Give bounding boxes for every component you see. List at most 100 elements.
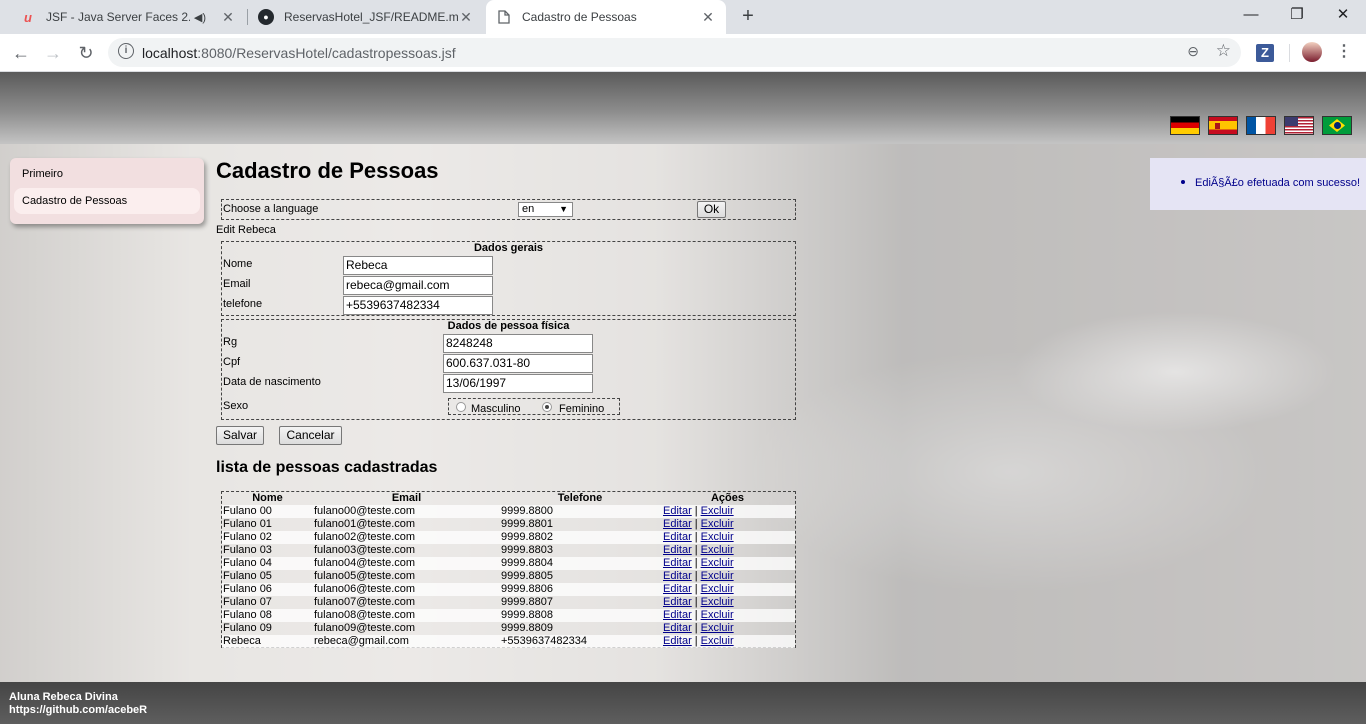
cell-email: fulano09@teste.com (314, 622, 416, 634)
pessoas-table: Nome Email Telefone Ações Fulano 00 fulan… (221, 491, 796, 648)
cell-telefone: 9999.8806 (501, 583, 553, 595)
action-separator: | (694, 635, 698, 647)
close-window-icon[interactable]: ✕ (1320, 0, 1366, 30)
excluir-link[interactable]: Excluir (701, 583, 734, 595)
back-icon[interactable]: ← (8, 40, 34, 66)
email-label: Email (223, 278, 251, 290)
editar-link[interactable]: Editar (663, 583, 692, 595)
profile-avatar[interactable] (1302, 42, 1322, 62)
page-icon (496, 9, 512, 25)
cell-acoes: Editar | Excluir (663, 544, 734, 557)
table-row: Rebeca rebeca@gmail.com +5539637482334 Edit… (222, 635, 795, 648)
usa-flag-icon[interactable] (1284, 116, 1314, 135)
france-flag-icon[interactable] (1246, 116, 1276, 135)
editar-link[interactable]: Editar (663, 635, 692, 647)
editar-link[interactable]: Editar (663, 544, 692, 556)
feminino-radio[interactable] (542, 402, 552, 412)
close-icon[interactable]: ✕ (700, 9, 716, 26)
excluir-link[interactable]: Excluir (701, 570, 734, 582)
salvar-button[interactable]: Salvar (216, 426, 264, 445)
editar-link[interactable]: Editar (663, 505, 692, 517)
cell-nome: Rebeca (223, 635, 261, 647)
reload-icon[interactable]: ↻ (73, 40, 99, 66)
dados-fisica-title: Dados de pessoa física (447, 320, 570, 332)
edit-label: Edit Rebeca (216, 224, 276, 236)
excluir-link[interactable]: Excluir (701, 505, 734, 517)
url-text[interactable]: localhost:8080/ReservasHotel/cadastropes… (142, 45, 456, 61)
sidebar-item-cadastro[interactable]: Cadastro de Pessoas (14, 188, 200, 214)
sidebar-item-primeiro[interactable]: Primeiro (14, 161, 200, 187)
udemy-icon: u (24, 9, 32, 25)
rg-input[interactable]: 8248248 (443, 334, 593, 353)
table-row: Fulano 01 fulano01@teste.com 9999.8801 Edit… (222, 518, 795, 531)
excluir-link[interactable]: Excluir (701, 596, 734, 608)
germany-flag-icon[interactable] (1170, 116, 1200, 135)
bullet-icon (1181, 180, 1185, 184)
extension-z-icon[interactable]: Z (1256, 44, 1274, 62)
column-nome: Nome (252, 492, 283, 504)
language-select[interactable]: en ▼ (518, 202, 573, 217)
nome-input[interactable]: Rebeca (343, 256, 493, 275)
excluir-link[interactable]: Excluir (701, 531, 734, 543)
cell-email: fulano08@teste.com (314, 609, 416, 621)
tab-cadastro[interactable]: Cadastro de Pessoas ✕ (486, 0, 726, 34)
cancelar-button[interactable]: Cancelar (279, 426, 342, 445)
cell-acoes: Editar | Excluir (663, 609, 734, 622)
minimize-icon[interactable]: — (1228, 0, 1274, 30)
excluir-link[interactable]: Excluir (701, 635, 734, 647)
bookmark-star-icon[interactable]: ☆ (1216, 41, 1231, 61)
telefone-label: telefone (223, 298, 263, 310)
excluir-link[interactable]: Excluir (701, 544, 734, 556)
info-icon[interactable]: i (118, 43, 134, 59)
page-footer: Aluna Rebeca Divina https://github.com/a… (0, 682, 1366, 724)
editar-link[interactable]: Editar (663, 570, 692, 582)
tab-github[interactable]: ● ReservasHotel_JSF/README.md a ✕ (248, 0, 484, 34)
cell-nome: Fulano 05 (223, 570, 272, 582)
cpf-input[interactable]: 600.637.031-80 (443, 354, 593, 373)
table-row: Fulano 07 fulano07@teste.com 9999.8807 Edit… (222, 596, 795, 609)
excluir-link[interactable]: Excluir (701, 518, 734, 530)
forward-icon[interactable]: → (40, 40, 66, 66)
editar-link[interactable]: Editar (663, 622, 692, 634)
zoom-icon[interactable]: ⊖ (1187, 43, 1199, 60)
table-row: Fulano 08 fulano08@teste.com 9999.8808 Edit… (222, 609, 795, 622)
email-input[interactable]: rebeca@gmail.com (343, 276, 493, 295)
page-header (0, 72, 1366, 144)
cell-telefone: 9999.8802 (501, 531, 553, 543)
tab-title: ReservasHotel_JSF/README.md a (284, 10, 458, 24)
dados-gerais-title: Dados gerais (473, 242, 544, 254)
table-row: Fulano 03 fulano03@teste.com 9999.8803 Edit… (222, 544, 795, 557)
editar-link[interactable]: Editar (663, 596, 692, 608)
cell-acoes: Editar | Excluir (663, 596, 734, 609)
editar-link[interactable]: Editar (663, 518, 692, 530)
sexo-label: Sexo (223, 400, 249, 412)
tab-jsf[interactable]: u JSF - Java Server Faces 2.0 | U ◀) ✕ (10, 0, 246, 34)
restore-icon[interactable]: ❐ (1274, 0, 1320, 30)
nascimento-input[interactable]: 13/06/1997 (443, 374, 593, 393)
table-header: Nome Email Telefone Ações (222, 492, 795, 505)
cell-nome: Fulano 08 (223, 609, 272, 621)
action-separator: | (694, 609, 698, 621)
cell-email: fulano04@teste.com (314, 557, 416, 569)
masculino-label: Masculino (471, 403, 521, 415)
close-icon[interactable]: ✕ (458, 9, 474, 26)
language-flags (1170, 116, 1352, 135)
new-tab-button[interactable]: + (736, 4, 760, 28)
address-bar[interactable]: i localhost:8080/ReservasHotel/cadastrop… (108, 38, 1241, 67)
excluir-link[interactable]: Excluir (701, 609, 734, 621)
excluir-link[interactable]: Excluir (701, 557, 734, 569)
table-row: Fulano 02 fulano02@teste.com 9999.8802 Edit… (222, 531, 795, 544)
close-icon[interactable]: ✕ (220, 9, 236, 26)
editar-link[interactable]: Editar (663, 531, 692, 543)
brazil-flag-icon[interactable] (1322, 116, 1352, 135)
masculino-radio[interactable] (456, 402, 466, 412)
menu-dots-icon[interactable]: ⋮ (1336, 41, 1352, 61)
ok-button[interactable]: Ok (697, 201, 726, 218)
telefone-input[interactable]: +5539637482334 (343, 296, 493, 315)
cell-acoes: Editar | Excluir (663, 570, 734, 583)
spain-flag-icon[interactable] (1208, 116, 1238, 135)
footer-link: https://github.com/acebeR (9, 704, 148, 716)
editar-link[interactable]: Editar (663, 557, 692, 569)
excluir-link[interactable]: Excluir (701, 622, 734, 634)
editar-link[interactable]: Editar (663, 609, 692, 621)
